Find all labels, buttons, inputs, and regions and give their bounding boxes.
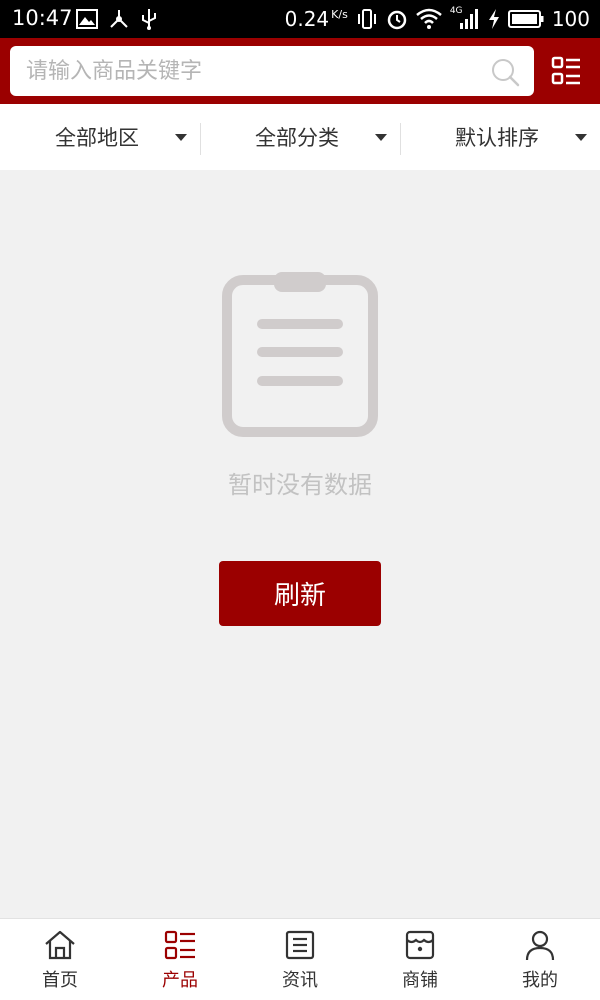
filter-region[interactable]: 全部地区: [0, 104, 200, 170]
nav-item-profile[interactable]: 我的: [480, 919, 600, 1000]
filter-bar: 全部地区 全部分类 默认排序: [0, 104, 600, 170]
status-system-icons: 0.24 K/s 4G 100: [285, 6, 590, 32]
status-time: 10:47: [12, 6, 73, 30]
nav-item-news[interactable]: 资讯: [240, 919, 360, 1000]
user-icon: [525, 930, 555, 961]
nav-label-store: 商铺: [402, 970, 438, 991]
share-hub-icon: [110, 10, 128, 28]
alarm-icon: [387, 10, 407, 30]
category-menu-icon[interactable]: [551, 56, 581, 86]
nav-label-home: 首页: [42, 970, 78, 991]
app-header: [0, 38, 600, 104]
product-list-icon: [164, 930, 195, 960]
nav-item-home[interactable]: 首页: [0, 919, 120, 1000]
nav-item-products[interactable]: 产品: [120, 919, 240, 1000]
filter-category-label: 全部分类: [255, 126, 339, 150]
status-bar: 10:47 0.24 K/s 4G 100: [0, 0, 600, 38]
wifi-icon: [416, 8, 442, 29]
vibrate-icon: [357, 9, 376, 29]
network-speed: 0.24 K/s: [284, 7, 348, 31]
nav-label-news: 资讯: [282, 970, 318, 991]
filter-region-label: 全部地区: [55, 126, 139, 150]
caret-down-icon: [375, 134, 387, 141]
search-icon[interactable]: [490, 57, 520, 87]
usb-icon: [142, 9, 156, 30]
home-icon: [45, 930, 75, 960]
charging-icon: [488, 9, 499, 29]
caret-down-icon: [175, 134, 187, 141]
empty-clipboard-icon: [222, 272, 378, 437]
filter-sort[interactable]: 默认排序: [400, 104, 600, 170]
store-icon: [405, 930, 435, 960]
filter-sort-label: 默认排序: [455, 126, 539, 150]
battery-level: 100: [551, 7, 590, 31]
status-notification-icons: [76, 7, 158, 31]
search-box[interactable]: [10, 46, 534, 96]
nav-item-store[interactable]: 商铺: [360, 919, 480, 1000]
signal-indicator: 4G: [450, 6, 480, 30]
signal-bars-icon: [459, 9, 478, 29]
nav-label-profile: 我的: [522, 970, 558, 991]
empty-message: 暂时没有数据: [228, 471, 372, 499]
battery-icon: [507, 10, 544, 28]
nav-label-products: 产品: [162, 970, 198, 991]
gallery-icon: [76, 9, 98, 29]
refresh-button[interactable]: 刷新: [219, 561, 381, 626]
search-input[interactable]: [26, 46, 476, 96]
bottom-nav: 首页 产品 资讯 商铺 我的: [0, 918, 600, 1000]
news-icon: [285, 930, 315, 960]
caret-down-icon: [575, 134, 587, 141]
filter-category[interactable]: 全部分类: [200, 104, 400, 170]
network-speed-unit: K/s: [331, 8, 348, 22]
